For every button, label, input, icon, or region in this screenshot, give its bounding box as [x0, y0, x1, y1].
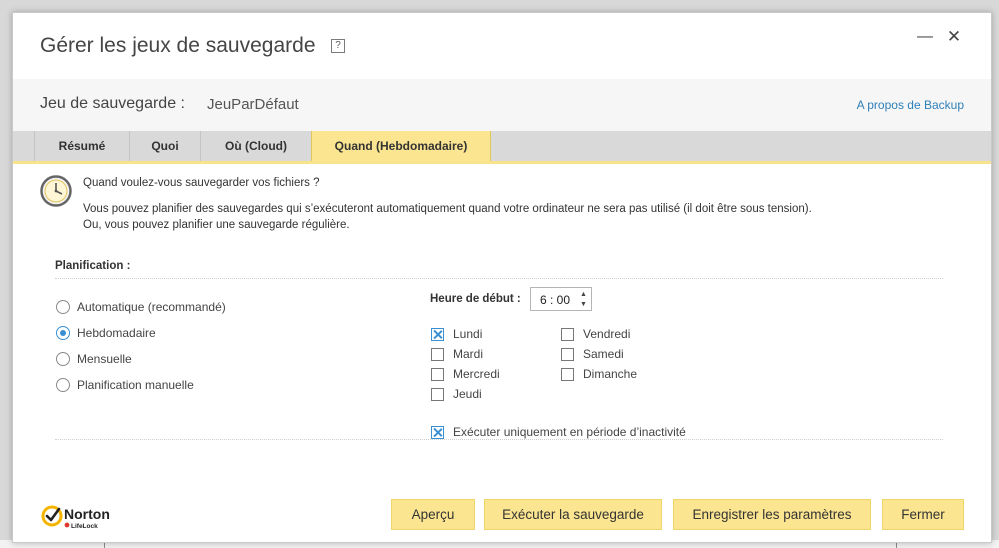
tab-what[interactable]: Quoi [130, 131, 200, 161]
manage-backup-sets-dialog: Gérer les jeux de sauvegarde ? — ✕ Jeu d… [12, 12, 992, 543]
start-time-spinner[interactable]: 6 : 00 ▲ ▼ [530, 287, 592, 311]
checkbox-label: Lundi [453, 327, 483, 341]
radio-label: Automatique (recommandé) [77, 300, 226, 314]
checkbox-label: Vendredi [583, 327, 631, 341]
start-time-label: Heure de début : [430, 293, 521, 305]
tab-underline [13, 161, 991, 164]
radio-button[interactable] [56, 352, 70, 366]
clock-icon [40, 175, 72, 207]
tab-summary[interactable]: Résumé [35, 131, 129, 161]
preview-button[interactable]: Aperçu [391, 499, 475, 530]
checkbox-idle-only[interactable]: Exécuter uniquement en période d’inactiv… [431, 425, 686, 439]
chevron-up-icon[interactable]: ▲ [579, 290, 588, 299]
dialog-title: Gérer les jeux de sauvegarde [40, 34, 316, 57]
checkbox-saturday[interactable]: Samedi [561, 347, 624, 361]
backup-set-header: Jeu de sauvegarde : JeuParDéfaut A propo… [13, 79, 991, 131]
section-divider [55, 439, 943, 440]
checkbox-thursday[interactable]: Jeudi [431, 387, 482, 401]
radio-automatic[interactable]: Automatique (recommandé) [56, 299, 226, 315]
intro-description: Vous pouvez planifier des sauvegardes qu… [83, 203, 812, 215]
checkbox[interactable] [431, 347, 444, 361]
about-backup-link[interactable]: A propos de Backup [857, 98, 964, 112]
checkbox[interactable] [561, 367, 574, 381]
help-icon[interactable]: ? [331, 39, 345, 53]
radio-label: Mensuelle [77, 352, 132, 366]
checkbox-monday[interactable]: Lundi [431, 327, 482, 341]
checkbox[interactable] [431, 387, 444, 401]
schedule-label: Planification : [55, 260, 131, 272]
checkbox-sunday[interactable]: Dimanche [561, 367, 637, 381]
section-divider [55, 278, 943, 279]
checkbox[interactable] [561, 347, 574, 361]
intro-description-alt: Ou, vous pouvez planifier une sauvegarde… [83, 219, 350, 231]
title-bar: Gérer les jeux de sauvegarde ? — ✕ [13, 13, 991, 79]
checkbox[interactable] [431, 327, 444, 341]
close-icon[interactable]: ✕ [943, 26, 965, 48]
backup-set-name: JeuParDéfaut [207, 96, 299, 113]
checkbox-label: Mercredi [453, 367, 500, 381]
checkbox-friday[interactable]: Vendredi [561, 327, 630, 341]
tab-where-cloud[interactable]: Où (Cloud) [201, 131, 311, 161]
radio-label: Hebdomadaire [77, 326, 156, 340]
minimize-button[interactable]: — [914, 26, 936, 48]
logo-subtext: LifeLock [71, 523, 98, 530]
backup-set-label: Jeu de sauvegarde : [40, 95, 185, 112]
checkbox[interactable] [431, 425, 444, 439]
run-backup-button[interactable]: Exécuter la sauvegarde [484, 499, 662, 530]
save-settings-button[interactable]: Enregistrer les paramètres [673, 499, 871, 530]
checkbox-label: Dimanche [583, 367, 638, 381]
radio-button[interactable] [56, 300, 70, 314]
radio-weekly[interactable]: Hebdomadaire [56, 325, 156, 341]
intro-question: Quand voulez-vous sauvegarder vos fichie… [83, 177, 320, 189]
tab-when-weekly[interactable]: Quand (Hebdomadaire) [311, 131, 491, 161]
logo-wordmark: Norton [64, 506, 110, 522]
radio-monthly[interactable]: Mensuelle [56, 351, 132, 367]
checkbox-label: Exécuter uniquement en période d’inactiv… [453, 425, 686, 439]
checkbox[interactable] [561, 327, 574, 341]
tab-bar: Résumé Quoi Où (Cloud) Quand (Hebdomadai… [13, 131, 991, 161]
start-time-value[interactable]: 6 : 00 [540, 293, 570, 307]
close-button[interactable]: Fermer [882, 499, 964, 530]
radio-manual[interactable]: Planification manuelle [56, 377, 194, 393]
checkbox-label: Mardi [453, 347, 484, 361]
checkbox-wednesday[interactable]: Mercredi [431, 367, 500, 381]
radio-label: Planification manuelle [77, 378, 194, 392]
checkbox-label: Jeudi [453, 387, 482, 401]
chevron-down-icon[interactable]: ▼ [579, 300, 588, 309]
radio-button[interactable] [56, 326, 70, 340]
checkbox-tuesday[interactable]: Mardi [431, 347, 483, 361]
checkbox[interactable] [431, 367, 444, 381]
norton-lifelock-logo: Norton LifeLock [41, 505, 110, 530]
radio-button[interactable] [56, 378, 70, 392]
checkbox-label: Samedi [583, 347, 624, 361]
